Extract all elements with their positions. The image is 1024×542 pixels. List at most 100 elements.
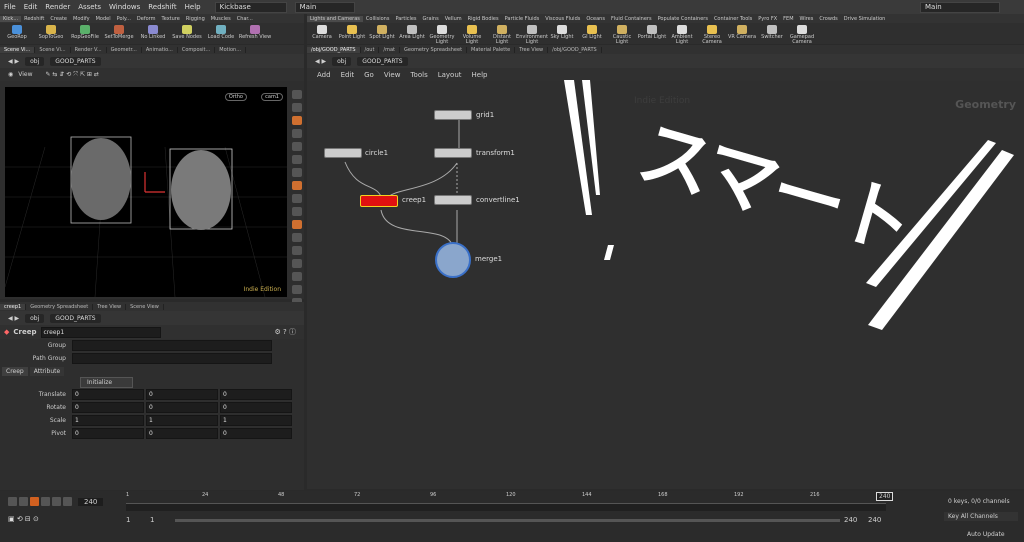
right-shelf-tab[interactable]: Vellum bbox=[442, 16, 465, 22]
right-shelf-tool[interactable]: Spot Light bbox=[367, 25, 397, 45]
right-shelf-tool[interactable]: Geometry Light bbox=[427, 25, 457, 45]
network-tab[interactable]: /mat bbox=[379, 46, 401, 53]
left-shelf-tool[interactable]: GeoRop bbox=[0, 25, 34, 40]
node-creep1[interactable] bbox=[360, 195, 398, 207]
network-menu-item[interactable]: Layout bbox=[438, 71, 462, 79]
menu-file[interactable]: File bbox=[0, 3, 20, 11]
viewport-side-icon[interactable] bbox=[292, 142, 302, 151]
left-shelf-tab[interactable]: Muscles bbox=[208, 16, 234, 22]
left-shelf-tool[interactable]: SetToMerge bbox=[102, 25, 136, 40]
stop-icon[interactable] bbox=[30, 497, 39, 506]
scene-view-tab[interactable]: Scene Vi... bbox=[0, 46, 36, 53]
timeline-track[interactable] bbox=[126, 503, 886, 511]
viewport-side-icon[interactable] bbox=[292, 90, 302, 99]
menu-assets[interactable]: Assets bbox=[74, 3, 105, 11]
scene-view-tab[interactable]: Composit... bbox=[178, 46, 216, 53]
right-shelf-tab[interactable]: Particle Fluids bbox=[502, 16, 543, 22]
parameter-tab[interactable]: Scene View bbox=[126, 303, 164, 310]
viewport-tool-icons[interactable]: ✎ ⇆ ⇵ ⟲ ⤧ ⇱ ⊞ ⇄ bbox=[46, 71, 99, 79]
viewport-side-icon[interactable] bbox=[292, 285, 302, 294]
param-value-field[interactable]: 0 bbox=[146, 428, 218, 439]
persp-menu[interactable]: Ortho bbox=[224, 93, 247, 101]
parameter-tab[interactable]: Tree View bbox=[93, 303, 127, 310]
menu-windows[interactable]: Windows bbox=[105, 3, 144, 11]
scene-view-tab[interactable]: Geometr... bbox=[107, 46, 142, 53]
node-convertline1[interactable] bbox=[434, 195, 472, 205]
step-back-icon[interactable] bbox=[19, 497, 28, 506]
viewport-side-icon[interactable] bbox=[292, 233, 302, 242]
node-grid1[interactable] bbox=[434, 110, 472, 120]
left-shelf-tab[interactable]: Kick... bbox=[0, 15, 22, 22]
network-menu-item[interactable]: Tools bbox=[410, 71, 427, 79]
viewport-side-icon[interactable] bbox=[292, 246, 302, 255]
viewport-side-icon[interactable] bbox=[292, 259, 302, 268]
param-value-field[interactable]: 0 bbox=[146, 402, 218, 413]
path-node[interactable]: GOOD_PARTS bbox=[50, 56, 101, 66]
play-icon[interactable] bbox=[41, 497, 50, 506]
param-value-field[interactable]: 0 bbox=[72, 402, 144, 413]
step-forward-icon[interactable] bbox=[52, 497, 61, 506]
menu-help[interactable]: Help bbox=[181, 3, 205, 11]
viewport-side-icon[interactable] bbox=[292, 272, 302, 281]
network-nav-icon[interactable]: ◀ ▶ bbox=[315, 58, 326, 65]
network-tab[interactable]: Geometry Spreadsheet bbox=[400, 46, 468, 53]
current-frame-field[interactable]: 240 bbox=[78, 497, 104, 506]
network-menu-item[interactable]: Edit bbox=[341, 71, 355, 79]
viewport-side-icon[interactable] bbox=[292, 116, 302, 125]
left-shelf-tab[interactable]: Create bbox=[47, 16, 70, 22]
auto-update-menu[interactable]: Auto Update bbox=[967, 531, 1005, 538]
menu-edit[interactable]: Edit bbox=[20, 3, 42, 11]
right-shelf-tool[interactable]: VR Camera bbox=[727, 25, 757, 45]
left-shelf-tab[interactable]: Rigging bbox=[183, 16, 208, 22]
first-frame-icon[interactable] bbox=[8, 497, 17, 506]
range-start2[interactable]: 1 bbox=[150, 516, 154, 524]
param-value-field[interactable]: 0 bbox=[72, 428, 144, 439]
range-slider[interactable] bbox=[175, 519, 840, 522]
right-shelf-tool[interactable]: Stereo Camera bbox=[697, 25, 727, 45]
right-shelf-tool[interactable]: Environment Light bbox=[516, 25, 548, 45]
left-shelf-tab[interactable]: Redshift bbox=[21, 16, 47, 22]
viewport-side-icon[interactable] bbox=[292, 103, 302, 112]
camera-menu[interactable]: cam1 bbox=[261, 93, 283, 101]
viewport-side-icon[interactable] bbox=[292, 168, 302, 177]
gear-icon[interactable]: ⚙ ? ⓘ bbox=[275, 327, 304, 337]
scene-view-tab[interactable]: Scene Vi... bbox=[35, 46, 71, 53]
left-shelf-tab[interactable]: Deform bbox=[134, 16, 159, 22]
scene-view-tab[interactable]: Render V... bbox=[71, 46, 107, 53]
right-shelf-tab[interactable]: Crowds bbox=[816, 16, 840, 22]
right-shelf-tool[interactable]: Camera bbox=[307, 25, 337, 45]
initialize-menu[interactable]: Initialize bbox=[80, 377, 134, 388]
desktop-select[interactable]: Main bbox=[294, 1, 355, 13]
path-obj[interactable]: obj bbox=[25, 56, 45, 66]
viewport-side-icon[interactable] bbox=[292, 155, 302, 164]
end-frame-marker[interactable]: 240 bbox=[876, 492, 894, 501]
path-group-field[interactable] bbox=[72, 353, 272, 364]
right-shelf-tab[interactable]: Populate Containers bbox=[655, 16, 711, 22]
right-shelf-tab[interactable]: Collisions bbox=[363, 16, 393, 22]
network-menu-item[interactable]: Help bbox=[472, 71, 488, 79]
menu-render[interactable]: Render bbox=[41, 3, 74, 11]
left-shelf-tab[interactable]: Modify bbox=[70, 16, 93, 22]
shelf-set-select[interactable]: Kickbase bbox=[214, 1, 287, 13]
right-shelf-tab[interactable]: Rigid Bodies bbox=[465, 16, 502, 22]
viewport-side-icon[interactable] bbox=[292, 181, 302, 190]
back-arrow-icon[interactable]: ◀ ▶ bbox=[8, 58, 19, 65]
group-field[interactable] bbox=[72, 340, 272, 351]
viewport-side-icon[interactable] bbox=[292, 129, 302, 138]
left-shelf-tool[interactable]: Save Nodes bbox=[170, 25, 204, 40]
network-menu-item[interactable]: Go bbox=[364, 71, 374, 79]
param-value-field[interactable]: 1 bbox=[72, 415, 144, 426]
right-shelf-tab[interactable]: Oceans bbox=[583, 16, 608, 22]
right-shelf-tab[interactable]: Container Tools bbox=[711, 16, 755, 22]
right-shelf-tool[interactable]: Volume Light bbox=[457, 25, 487, 45]
right-shelf-tab[interactable]: Pyro FX bbox=[755, 16, 780, 22]
left-shelf-tab[interactable]: Poly... bbox=[114, 16, 134, 22]
right-shelf-tool[interactable]: Ambient Light bbox=[667, 25, 697, 45]
right-shelf-tool[interactable]: Gamepad Camera bbox=[787, 25, 817, 45]
desktop-select-right[interactable]: Main bbox=[920, 1, 1000, 13]
menu-redshift[interactable]: Redshift bbox=[144, 3, 180, 11]
right-shelf-tab[interactable]: Lights and Cameras bbox=[307, 15, 363, 22]
right-shelf-tool[interactable]: Caustic Light bbox=[607, 25, 637, 45]
parameter-tab[interactable]: Geometry Spreadsheet bbox=[26, 303, 94, 310]
left-shelf-tab[interactable]: Char... bbox=[234, 16, 256, 22]
